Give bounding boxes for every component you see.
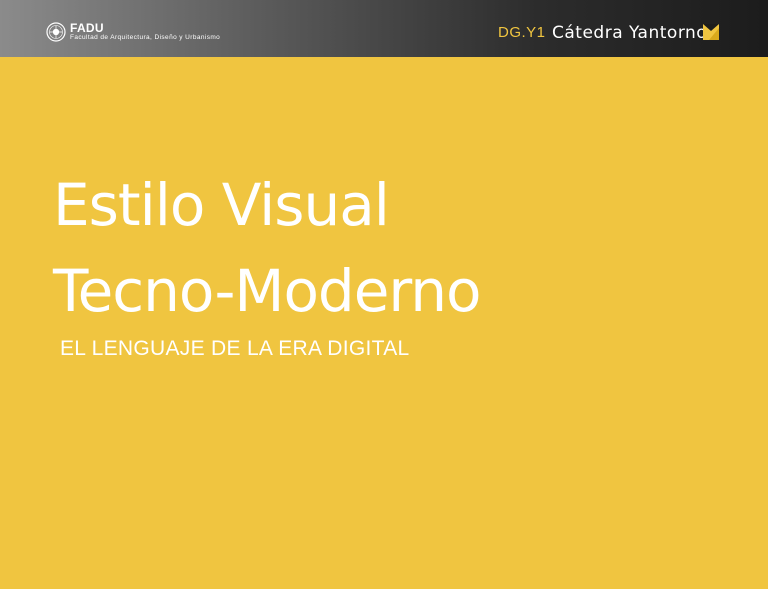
cover-subtitle: EL LENGUAJE DE LA ERA DIGITAL — [60, 337, 410, 360]
university-seal-icon — [46, 22, 66, 42]
chair-name: Cátedra Yantorno — [552, 23, 708, 43]
course-code: DG.Y1 — [498, 24, 546, 41]
institution-full-name: Facultad de Arquitectura, Diseño y Urban… — [70, 34, 221, 41]
yantorno-mark-icon — [703, 24, 719, 40]
header-bar: FADU Facultad de Arquitectura, Diseño y … — [0, 0, 768, 57]
institution-short-name: FADU — [70, 21, 104, 35]
cover-page: FADU Facultad de Arquitectura, Diseño y … — [0, 0, 768, 589]
cover-title-line-2: Tecno-Moderno — [53, 257, 481, 325]
cover-title-line-1: Estilo Visual — [53, 171, 390, 239]
